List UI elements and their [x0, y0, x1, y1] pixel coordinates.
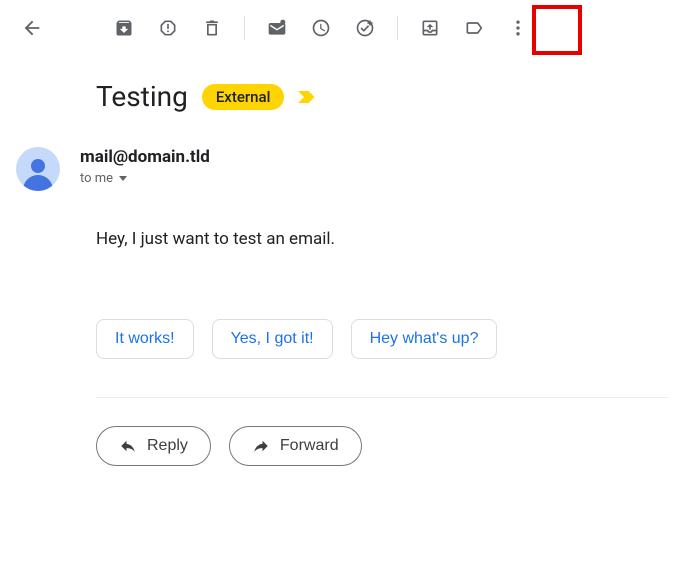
mail-unread-icon [267, 18, 287, 38]
snooze-button[interactable] [301, 8, 341, 48]
toolbar [0, 0, 694, 56]
forward-button[interactable]: Forward [229, 426, 362, 466]
archive-icon [114, 18, 134, 38]
add-to-tasks-button[interactable] [345, 8, 385, 48]
smart-reply-2[interactable]: Yes, I got it! [212, 319, 333, 359]
chevron-down-icon [119, 176, 127, 181]
arrow-left-icon [21, 17, 43, 39]
recipient-line[interactable]: to me [80, 171, 210, 186]
back-button[interactable] [12, 8, 52, 48]
toolbar-separator [244, 16, 245, 40]
trash-icon [202, 18, 222, 38]
forward-icon [252, 437, 270, 455]
clock-icon [311, 18, 331, 38]
smart-reply-1[interactable]: It works! [96, 319, 194, 359]
action-row: Reply Forward [96, 426, 668, 466]
email-subject: Testing [96, 80, 188, 113]
email-content: Testing External mail@domain.tld to me H… [0, 56, 694, 466]
archive-button[interactable] [104, 8, 144, 48]
divider [96, 397, 668, 398]
forward-label: Forward [280, 437, 339, 455]
smart-reply-row: It works! Yes, I got it! Hey what's up? [96, 319, 668, 359]
importance-marker[interactable] [298, 90, 316, 104]
move-inbox-icon [420, 18, 440, 38]
smart-reply-3[interactable]: Hey what's up? [351, 319, 498, 359]
reply-icon [119, 437, 137, 455]
more-button[interactable] [498, 8, 538, 48]
recipient-label: to me [80, 171, 113, 186]
mark-unread-button[interactable] [257, 8, 297, 48]
toolbar-separator [397, 16, 398, 40]
avatar[interactable] [16, 147, 60, 191]
task-add-icon [355, 18, 375, 38]
sender-row: mail@domain.tld to me [16, 147, 668, 191]
delete-button[interactable] [192, 8, 232, 48]
email-body: Hey, I just want to test an email. [96, 229, 668, 249]
labels-button[interactable] [454, 8, 494, 48]
subject-row: Testing External [96, 80, 668, 113]
more-vert-icon [508, 18, 528, 38]
external-badge: External [202, 84, 285, 110]
move-to-inbox-button[interactable] [410, 8, 450, 48]
sender-email: mail@domain.tld [80, 147, 210, 167]
report-spam-button[interactable] [148, 8, 188, 48]
reply-button[interactable]: Reply [96, 426, 211, 466]
spam-icon [158, 18, 178, 38]
reply-label: Reply [147, 437, 188, 455]
label-icon [464, 18, 484, 38]
